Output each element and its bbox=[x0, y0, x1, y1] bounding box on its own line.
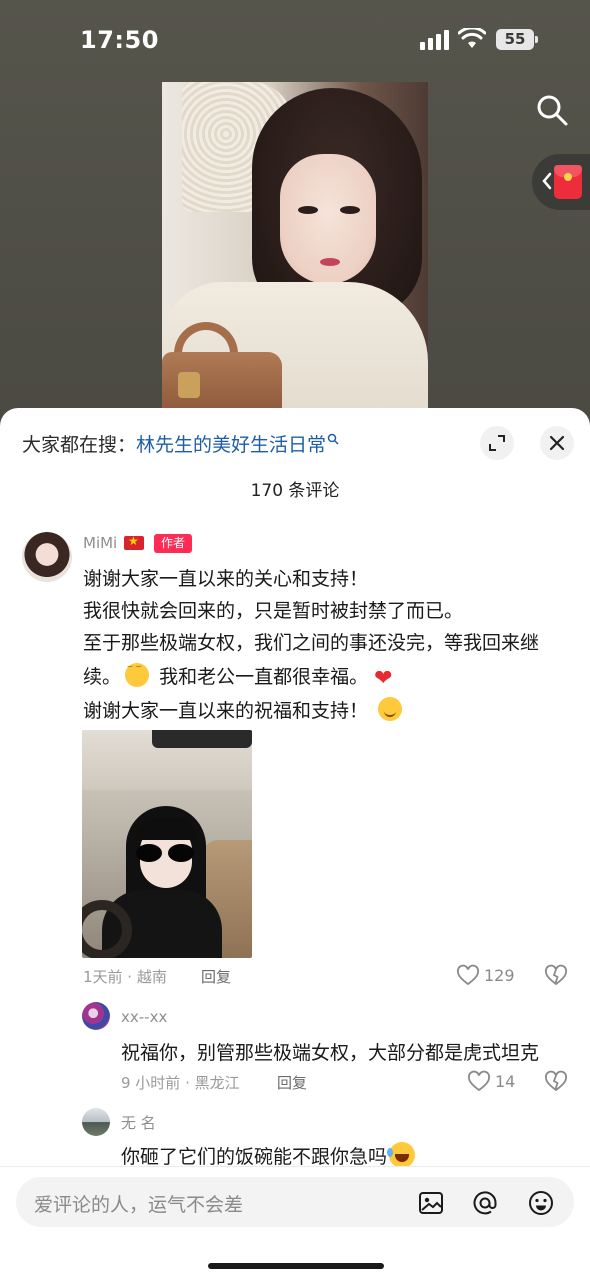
sunglasses bbox=[136, 844, 196, 862]
smile-emoji-icon bbox=[378, 697, 403, 721]
comment-meta: 1天前 · 越南 bbox=[83, 968, 167, 986]
like-button[interactable]: 129 bbox=[456, 964, 526, 988]
dislike-icon[interactable] bbox=[544, 964, 568, 988]
poster-eye-left bbox=[298, 206, 318, 214]
hot-search-prefix: 大家都在搜： bbox=[22, 434, 137, 456]
close-button[interactable] bbox=[540, 426, 574, 460]
reply-button[interactable]: 回复 bbox=[277, 1072, 307, 1093]
expand-icon bbox=[489, 435, 505, 451]
avatar[interactable] bbox=[82, 1108, 110, 1136]
like-button[interactable]: 14 bbox=[467, 1070, 527, 1094]
comment-input[interactable]: 爱评论的人，运气不会差 bbox=[16, 1177, 574, 1227]
comment-image[interactable] bbox=[82, 730, 252, 958]
comment-line: 谢谢大家一直以来的关心和支持！ bbox=[83, 568, 369, 590]
laughing-emoji-icon bbox=[387, 1142, 416, 1168]
reply-button[interactable]: 回复 bbox=[201, 966, 231, 987]
chevron-left-icon bbox=[542, 172, 552, 190]
comments-sheet: 大家都在搜：林先生的美好生活日常 170 条评论 MiMi 作者 谢谢大家一直以… bbox=[0, 408, 590, 1280]
avatar[interactable] bbox=[82, 1002, 110, 1030]
signal-icon bbox=[420, 30, 450, 50]
like-count: 129 bbox=[484, 966, 515, 985]
heart-icon bbox=[456, 964, 480, 986]
poster-eye-right bbox=[340, 206, 360, 214]
expand-button[interactable] bbox=[480, 426, 514, 460]
comment-line-group: 续。 我和老公一直都很幸福。❤ bbox=[83, 662, 393, 691]
comment-line: 至于那些极端女权，我们之间的事还没完，等我回来继 bbox=[83, 632, 540, 654]
input-placeholder: 爱评论的人，运气不会差 bbox=[34, 1194, 244, 1216]
poster-bag-lock bbox=[178, 372, 200, 398]
comment-username[interactable]: MiMi bbox=[83, 534, 117, 552]
battery-indicator: 55 bbox=[496, 29, 534, 50]
comment-line-group: 谢谢大家一直以来的祝福和支持！ bbox=[83, 696, 403, 723]
hot-search-bar[interactable]: 大家都在搜：林先生的美好生活日常 bbox=[22, 430, 339, 457]
poster-lips bbox=[320, 258, 340, 266]
comment-line: 我很快就会回来的，只是暂时被封禁了而已。 bbox=[83, 600, 464, 622]
video-poster[interactable] bbox=[162, 82, 428, 412]
vietnam-flag-icon bbox=[124, 534, 144, 550]
comment-line: 续。 bbox=[83, 666, 122, 688]
reply-username[interactable]: xx--xx bbox=[121, 1008, 167, 1026]
mention-icon[interactable] bbox=[472, 1190, 498, 1216]
status-time: 17:50 bbox=[80, 26, 159, 54]
emoji-icon[interactable] bbox=[528, 1190, 554, 1216]
image-icon[interactable] bbox=[418, 1190, 444, 1216]
reply-text-group: 你砸了它们的饭碗能不跟你急吗 bbox=[121, 1142, 416, 1169]
car-screen bbox=[152, 730, 252, 748]
reply-meta: 9 小时前 · 黑龙江 bbox=[121, 1074, 240, 1092]
reply-username[interactable]: 无 名 bbox=[121, 1112, 156, 1133]
reply-text: 祝福你，别管那些极端女权，大部分都是虎式坦克 bbox=[121, 1042, 540, 1064]
search-icon[interactable] bbox=[535, 93, 569, 127]
heart-emoji-icon: ❤ bbox=[374, 666, 393, 691]
home-indicator bbox=[208, 1263, 384, 1269]
avatar[interactable] bbox=[22, 532, 72, 582]
comment-line: 我和老公一直都很幸福。 bbox=[159, 666, 369, 688]
battery-tip bbox=[535, 36, 538, 43]
relieved-emoji-icon bbox=[125, 662, 150, 687]
comment-input-bar: 爱评论的人，运气不会差 bbox=[0, 1166, 590, 1280]
hot-search-query[interactable]: 林先生的美好生活日常 bbox=[136, 434, 326, 456]
dislike-icon[interactable] bbox=[544, 1070, 568, 1094]
comment-count: 170 条评论 bbox=[250, 481, 340, 501]
comment-line: 谢谢大家一直以来的祝福和支持！ bbox=[83, 700, 369, 722]
author-badge: 作者 bbox=[154, 534, 192, 553]
wifi-icon bbox=[458, 28, 486, 48]
photo-bangs bbox=[136, 818, 196, 840]
status-bar: 17:50 55 bbox=[0, 0, 590, 80]
like-count: 14 bbox=[495, 1072, 516, 1091]
search-small-icon bbox=[327, 433, 339, 445]
heart-icon bbox=[467, 1070, 491, 1092]
close-icon bbox=[549, 435, 565, 451]
reply-text: 你砸了它们的饭碗能不跟你急吗 bbox=[121, 1146, 388, 1168]
screen: 17:50 55 大家都在搜：林先生的美好生活日常 170 条评论 MiMi ★… bbox=[0, 0, 590, 1280]
red-packet-icon[interactable] bbox=[554, 165, 582, 199]
